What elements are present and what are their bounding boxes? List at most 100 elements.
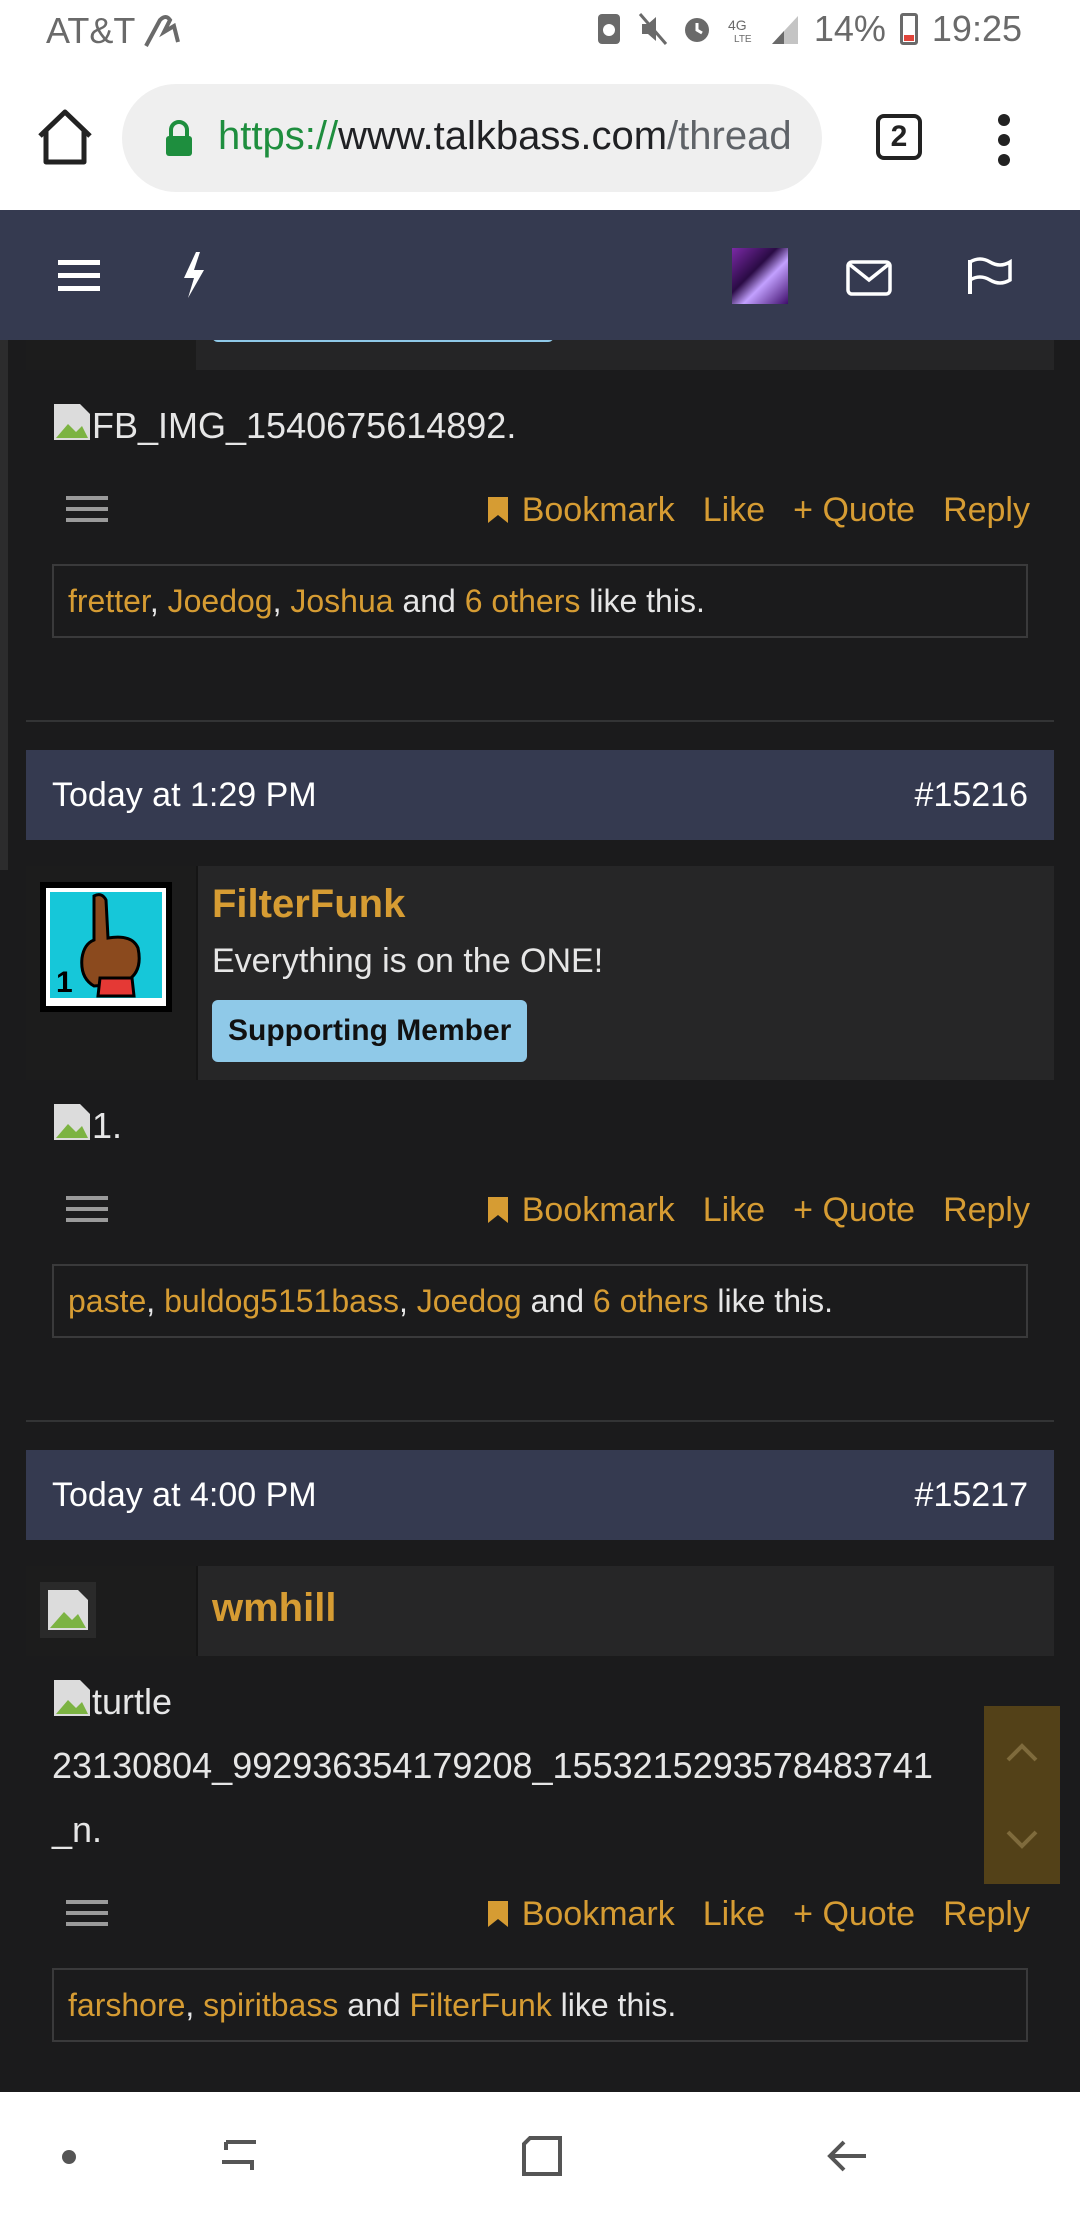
user-block: 1 FilterFunk Everything is on the ONE! S… — [26, 866, 1054, 1080]
url-host: www.talkbass.com — [338, 114, 668, 158]
home-icon[interactable] — [34, 106, 96, 168]
carrier-label: AT&T — [46, 10, 136, 51]
likes-summary: farshore, spiritbass and FilterFunk like… — [52, 1968, 1028, 2042]
username[interactable]: FilterFunk — [212, 882, 405, 927]
home-nav-icon[interactable] — [520, 2134, 564, 2178]
lightning-icon[interactable] — [178, 250, 208, 300]
bookmark-button[interactable]: Bookmark — [486, 480, 675, 540]
quote-button[interactable]: + Quote — [793, 1180, 915, 1240]
post-divider — [26, 720, 1054, 722]
wifi-calling-icon — [144, 15, 180, 47]
post-date[interactable]: Today at 1:29 PM — [52, 750, 317, 840]
overflow-menu-icon[interactable] — [994, 112, 1014, 168]
reply-button[interactable]: Reply — [943, 1884, 1030, 1944]
others-link[interactable]: 6 others — [593, 1283, 709, 1319]
likes-summary: paste, buldog5151bass, Joedog and 6 othe… — [52, 1264, 1028, 1338]
liker-link[interactable]: paste — [68, 1283, 146, 1319]
more-options-icon[interactable] — [66, 1898, 108, 1928]
post-actions: Bookmark Like + Quote Reply — [52, 480, 1030, 540]
more-options-icon[interactable] — [66, 1194, 108, 1224]
bookmark-label: Bookmark — [521, 491, 675, 529]
bookmark-label: Bookmark — [521, 1895, 675, 1933]
status-bar: AT&T 4G LTE 14% 19:25 — [0, 0, 1080, 66]
broken-image-icon — [54, 404, 90, 440]
scroll-rail — [0, 340, 8, 870]
post-divider — [26, 1420, 1054, 1422]
mute-icon — [638, 13, 667, 45]
post-actions: Bookmark Like + Quote Reply — [52, 1884, 1030, 1944]
liker-link[interactable]: Joedog — [168, 583, 273, 619]
avatar-column — [26, 1566, 198, 1656]
post-image: FB_IMG_1540675614892. — [52, 394, 516, 458]
post-actions: Bookmark Like + Quote Reply — [52, 1180, 1030, 1240]
likes-suffix: like this. — [717, 1283, 833, 1319]
member-badge — [212, 340, 554, 342]
url-path: /thread — [667, 114, 792, 158]
bookmark-icon — [487, 497, 508, 523]
reply-button[interactable]: Reply — [943, 1180, 1030, 1240]
system-nav-bar — [0, 2092, 1080, 2220]
back-icon[interactable] — [824, 2136, 870, 2176]
image-alt-text: turtle — [92, 1681, 173, 1722]
bookmark-button[interactable]: Bookmark — [486, 1180, 675, 1240]
user-title: Everything is on the ONE! — [212, 942, 604, 980]
notification-icon — [597, 14, 620, 44]
broken-image-icon — [54, 1680, 90, 1716]
image-alt-text: 23130804_992936354179208_155321529357848… — [52, 1745, 933, 1786]
recent-apps-icon[interactable] — [216, 2136, 262, 2176]
clock: 19:25 — [931, 8, 1022, 49]
like-button[interactable]: Like — [703, 1884, 765, 1944]
reply-button[interactable]: Reply — [943, 480, 1030, 540]
quote-button[interactable]: + Quote — [793, 1884, 915, 1944]
scroll-down-icon[interactable] — [1006, 1830, 1038, 1850]
quote-button[interactable]: + Quote — [793, 480, 915, 540]
address-bar[interactable]: https://www.talkbass.com/thread — [122, 84, 822, 192]
likes-and: and — [402, 583, 456, 619]
user-block: wmhill — [26, 1566, 1054, 1656]
thread-content: FB_IMG_1540675614892. Bookmark Like + Qu… — [0, 340, 1080, 2092]
like-button[interactable]: Like — [703, 1180, 765, 1240]
post-header: Today at 4:00 PM #15217 — [26, 1450, 1054, 1540]
liker-link[interactable]: Joedog — [417, 1283, 522, 1319]
like-button[interactable]: Like — [703, 480, 765, 540]
avatar-column: 1 — [26, 866, 198, 1080]
image-alt-text: FB_IMG_1540675614892. — [92, 405, 517, 446]
username[interactable]: wmhill — [212, 1586, 336, 1631]
flag-icon[interactable] — [966, 256, 1012, 296]
post-number[interactable]: #15217 — [915, 1450, 1028, 1540]
nav-dot-icon[interactable] — [62, 2150, 76, 2164]
battery-percent: 14% — [813, 8, 886, 49]
scroll-up-icon[interactable] — [1006, 1742, 1038, 1762]
liker-link[interactable]: buldog5151bass — [164, 1283, 399, 1319]
likes-and: and — [347, 1987, 401, 2023]
svg-text:LTE: LTE — [734, 34, 752, 45]
more-options-icon[interactable] — [66, 494, 108, 524]
hamburger-menu-icon[interactable] — [58, 258, 100, 292]
user-block — [26, 340, 1054, 370]
likes-and: and — [530, 1283, 584, 1319]
liker-link[interactable]: FilterFunk — [410, 1987, 552, 2023]
member-badge: Supporting Member — [212, 1000, 528, 1062]
liker-link[interactable]: Joshua — [290, 583, 393, 619]
likes-suffix: like this. — [589, 583, 705, 619]
post-image: turtle 23130804_992936354179208_15532152… — [52, 1670, 933, 1862]
liker-link[interactable]: farshore — [68, 1987, 185, 2023]
post-date[interactable]: Today at 4:00 PM — [52, 1450, 317, 1540]
image-alt-text: 1. — [92, 1105, 123, 1146]
lte-icon: 4GLTE — [728, 17, 752, 45]
post-number[interactable]: #15216 — [915, 750, 1028, 840]
others-link[interactable]: 6 others — [465, 583, 581, 619]
user-avatar[interactable]: 1 — [40, 882, 172, 1012]
tab-switcher-button[interactable]: 2 — [876, 114, 922, 160]
mail-icon[interactable] — [846, 260, 892, 296]
user-avatar[interactable] — [732, 248, 788, 304]
likes-summary: fretter, Joedog, Joshua and 6 others lik… — [52, 564, 1028, 638]
liker-link[interactable]: spiritbass — [203, 1987, 338, 2023]
user-avatar[interactable] — [40, 1582, 96, 1638]
bookmark-button[interactable]: Bookmark — [486, 1884, 675, 1944]
bookmark-icon — [487, 1901, 508, 1927]
url-text: https://www.talkbass.com/thread — [218, 114, 792, 159]
liker-link[interactable]: fretter — [68, 583, 150, 619]
avatar-column — [26, 340, 196, 370]
scroll-buttons — [984, 1706, 1060, 1884]
